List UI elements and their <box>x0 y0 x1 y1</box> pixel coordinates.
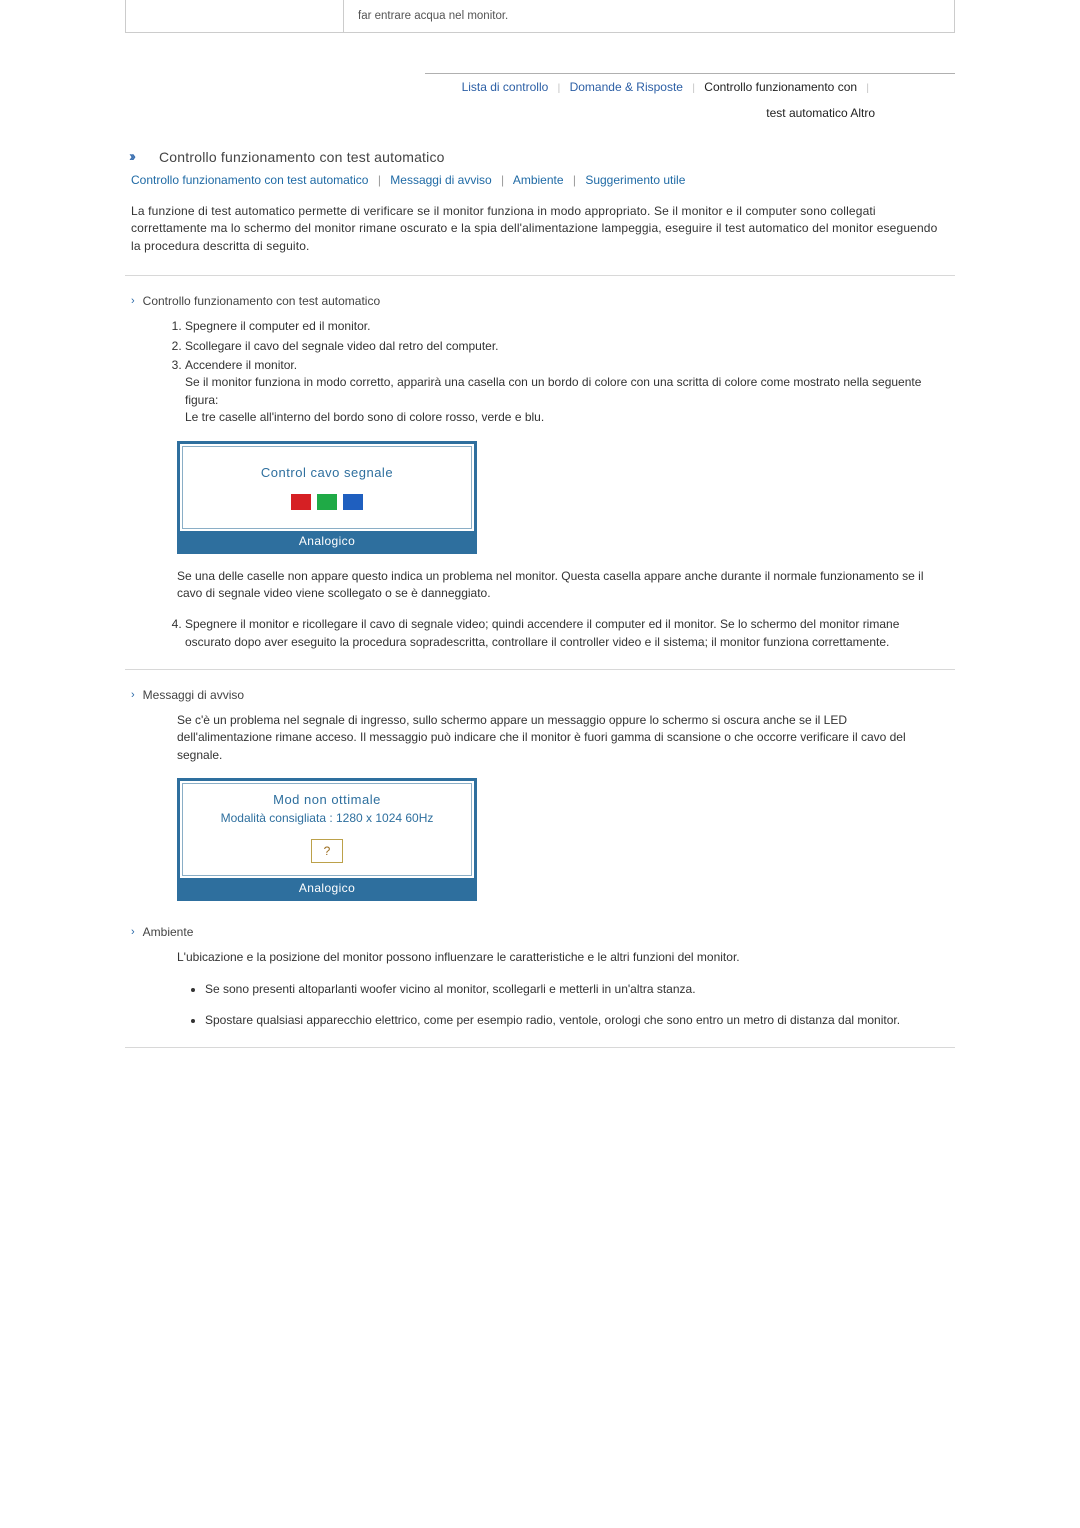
blue-swatch <box>343 494 363 510</box>
section-heading-warnings: › Messaggi di avviso <box>125 688 955 702</box>
nav-link-faq[interactable]: Domande & Risposte <box>570 80 683 94</box>
nav-divider <box>425 73 955 74</box>
dialog-title: Control cavo segnale <box>183 447 471 490</box>
top-fragment-row: far entrare acqua nel monitor. <box>125 0 955 33</box>
list-item: Se sono presenti altoparlanti woofer vic… <box>205 981 935 998</box>
section-heading-environment: › Ambiente <box>125 925 955 939</box>
color-swatch-row <box>183 490 471 528</box>
chevron-icon: › <box>131 689 135 701</box>
list-item: Spegnere il computer ed il monitor. <box>185 318 935 335</box>
anchor-link-tips[interactable]: Suggerimento utile <box>585 173 685 187</box>
green-swatch <box>317 494 337 510</box>
nav-link-checklist[interactable]: Lista di controllo <box>462 80 549 94</box>
nav-separator: | <box>860 83 875 94</box>
step-text: Le tre caselle all'interno del bordo son… <box>185 410 544 424</box>
section-title: Controllo funzionamento con test automat… <box>143 294 380 308</box>
main-heading-row: ›› Controllo funzionamento con test auto… <box>125 148 955 165</box>
not-optimal-mode-dialog: Mod non ottimale Modalità consigliata : … <box>177 778 477 901</box>
anchor-link-self-test[interactable]: Controllo funzionamento con test automat… <box>131 173 368 187</box>
self-test-steps: Spegnere il computer ed il monitor. Scol… <box>165 318 955 426</box>
nav-active-self-test: Controllo funzionamento con <box>704 80 857 94</box>
nav-separator: | <box>552 83 567 94</box>
nav-separator: | <box>686 83 701 94</box>
anchor-separator: | <box>567 173 582 187</box>
chevron-icon: › <box>131 926 135 938</box>
step-text: Se il monitor funziona in modo corretto,… <box>185 375 921 406</box>
dialog-footer: Analogico <box>180 878 474 898</box>
question-mark-box: ? <box>311 839 343 863</box>
warnings-body: Se c'è un problema nel segnale di ingres… <box>125 712 955 764</box>
page-title: Controllo funzionamento con test automat… <box>159 149 445 165</box>
after-dialog-text: Se una delle caselle non appare questo i… <box>125 568 955 603</box>
anchor-link-environment[interactable]: Ambiente <box>513 173 564 187</box>
section-title: Messaggi di avviso <box>143 688 244 702</box>
dialog-footer: Analogico <box>180 531 474 551</box>
anchor-separator: | <box>372 173 387 187</box>
anchor-separator: | <box>495 173 510 187</box>
red-swatch <box>291 494 311 510</box>
top-fragment-text: far entrare acqua nel monitor. <box>344 0 955 32</box>
section-title: Ambiente <box>143 925 194 939</box>
top-fragment-left-cell <box>125 0 344 32</box>
environment-intro: L'ubicazione e la posizione del monitor … <box>125 949 955 966</box>
chevron-double-icon: ›› <box>129 148 149 165</box>
dialog-subtitle: Modalità consigliata : 1280 x 1024 60Hz <box>183 809 471 833</box>
self-test-steps-continued: Spegnere il monitor e ricollegare il cav… <box>165 616 955 651</box>
list-item: Accendere il monitor. Se il monitor funz… <box>185 357 935 427</box>
divider <box>125 669 955 670</box>
section-heading-self-test: › Controllo funzionamento con test autom… <box>125 294 955 308</box>
list-item: Spegnere il monitor e ricollegare il cav… <box>185 616 935 651</box>
list-item: Scollegare il cavo del segnale video dal… <box>185 338 935 355</box>
anchor-link-warnings[interactable]: Messaggi di avviso <box>390 173 491 187</box>
divider <box>125 275 955 276</box>
anchor-nav: Controllo funzionamento con test automat… <box>125 173 955 187</box>
step-text: Accendere il monitor. <box>185 358 297 372</box>
signal-cable-dialog: Control cavo segnale Analogico <box>177 441 477 554</box>
divider <box>125 1047 955 1048</box>
dialog-title: Mod non ottimale <box>183 784 471 809</box>
breadcrumb-nav: Lista di controllo | Domande & Risposte … <box>125 80 955 94</box>
environment-bullets: Se sono presenti altoparlanti woofer vic… <box>185 981 955 1030</box>
intro-paragraph: La funzione di test automatico permette … <box>125 203 955 255</box>
chevron-icon: › <box>131 295 135 307</box>
list-item: Spostare qualsiasi apparecchio elettrico… <box>205 1012 935 1029</box>
breadcrumb-nav-line2: test automatico Altro <box>125 106 955 120</box>
